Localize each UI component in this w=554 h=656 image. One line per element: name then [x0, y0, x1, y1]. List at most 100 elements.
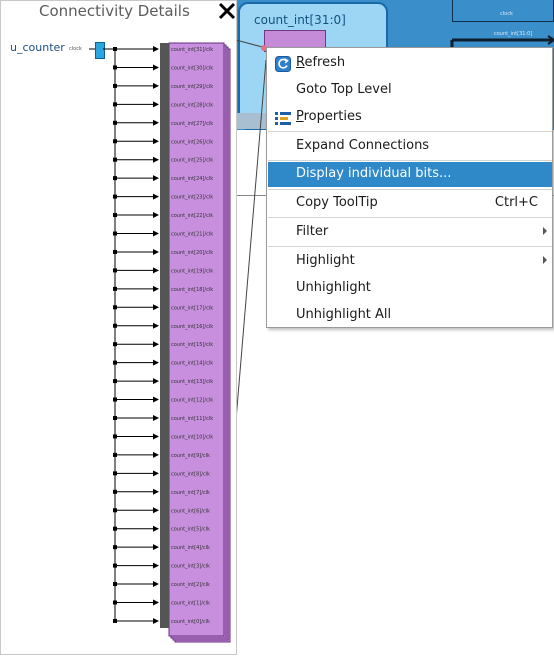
menu-display-individual-bits-label: Display individual bits...	[296, 166, 452, 181]
arrow-icon	[153, 341, 159, 348]
pin-label: count_int[13]/clk	[171, 379, 213, 385]
arrow-icon	[153, 322, 159, 329]
junction-dot	[113, 268, 117, 273]
arrow-icon	[153, 599, 159, 606]
pin-label: count_int[22]/clk	[171, 213, 213, 219]
menu-filter-label: Filter	[296, 224, 329, 239]
menu-highlight-label: Highlight	[296, 253, 355, 268]
junction-dot	[113, 139, 117, 144]
arrow-icon	[153, 451, 159, 458]
pin-label: count_int[25]/clk	[171, 158, 213, 164]
junction-dot	[113, 47, 117, 51]
arrow-icon	[153, 488, 159, 495]
menu-item-unhighlight-all[interactable]: Unhighlight All	[268, 303, 552, 328]
menu-separator	[268, 189, 552, 190]
menu-goto-top-level-label: Goto Top Level	[296, 82, 392, 97]
connectivity-details-panel: Connectivity Details u_counter clock cou…	[0, 0, 237, 655]
junction-dot	[113, 434, 117, 439]
menu-properties-mnemonic: P	[296, 109, 304, 124]
arrow-icon	[153, 248, 159, 255]
arrow-icon	[153, 378, 159, 385]
pin-label: count_int[8]/clk	[171, 471, 210, 477]
arrow-icon	[153, 507, 159, 514]
arrow-icon	[153, 156, 159, 163]
menu-item-display-individual-bits[interactable]: Display individual bits...	[268, 162, 552, 187]
pin-label: count_int[2]/clk	[171, 582, 210, 588]
menu-separator	[268, 131, 552, 132]
connectivity-diagram: count_int[31]/clk count_int[30]/clk count_…	[89, 42, 231, 643]
arrow-icon	[153, 581, 159, 588]
menu-item-goto-top-level[interactable]: Goto Top Level	[268, 78, 552, 103]
junction-dot	[113, 582, 117, 587]
junction-dot	[113, 508, 117, 513]
junction-dot	[113, 416, 117, 420]
pin-label: count_int[9]/clk	[171, 453, 210, 459]
arrow-icon	[153, 525, 159, 532]
arrow-icon	[153, 304, 159, 311]
menu-separator	[268, 246, 552, 247]
menu-item-unhighlight[interactable]: Unhighlight	[268, 276, 552, 301]
arrow-icon	[153, 617, 159, 624]
junction-dot	[113, 600, 117, 605]
junction-dot	[113, 305, 117, 310]
arrow-icon	[153, 544, 159, 551]
menu-item-copy-tooltip[interactable]: Copy ToolTip Ctrl+C	[268, 191, 552, 216]
context-menu: Refresh Goto Top Level Properties Expand…	[266, 47, 553, 328]
menu-item-filter[interactable]: Filter	[268, 220, 552, 245]
pin-label: count_int[26]/clk	[171, 139, 213, 145]
pin-label: count_int[3]/clk	[171, 564, 210, 570]
arrow-icon	[153, 285, 159, 292]
arrow-icon	[153, 119, 159, 126]
junction-dot	[113, 157, 117, 162]
pin-label: count_int[7]/clk	[171, 490, 210, 496]
arrow-icon	[153, 359, 159, 366]
pin-label: count_int[17]/clk	[171, 305, 213, 311]
submenu-arrow-icon	[543, 256, 547, 264]
menu-copy-tooltip-label: Copy ToolTip	[296, 195, 378, 210]
arrow-icon	[153, 46, 159, 52]
pin-label: count_int[10]/clk	[171, 434, 213, 440]
arrow-icon	[153, 433, 159, 440]
junction-dot	[113, 471, 117, 476]
menu-item-refresh[interactable]: Refresh	[268, 51, 552, 76]
junction-dot	[113, 213, 117, 218]
refresh-icon	[275, 56, 291, 72]
junction-dot	[113, 342, 117, 347]
junction-dot	[113, 194, 117, 199]
pin-label: count_int[12]/clk	[171, 398, 213, 404]
junction-dot	[113, 489, 117, 494]
pin-label: count_int[28]/clk	[171, 102, 213, 108]
pin-label: count_int[31]/clk	[171, 47, 213, 53]
pin-label: count_int[21]/clk	[171, 232, 213, 238]
menu-copy-tooltip-shortcut: Ctrl+C	[494, 195, 538, 210]
arrow-icon	[153, 562, 159, 569]
arrow-icon	[153, 138, 159, 145]
junction-dot	[113, 249, 117, 254]
menu-refresh-label: efresh	[304, 55, 346, 70]
menu-unhighlight-label: Unhighlight	[296, 280, 371, 295]
junction-dot	[113, 379, 117, 384]
junction-dot	[113, 397, 117, 402]
arrow-icon	[153, 64, 159, 71]
pin-label: count_int[24]/clk	[171, 176, 213, 182]
arrow-icon	[153, 82, 159, 89]
menu-item-expand-connections[interactable]: Expand Connections	[268, 134, 552, 159]
junction-dot	[113, 323, 117, 328]
pin-label: count_int[18]/clk	[171, 287, 213, 293]
pin-label: count_int[5]/clk	[171, 527, 210, 533]
junction-dot	[113, 286, 117, 291]
arrow-icon	[153, 396, 159, 403]
arrow-icon	[153, 175, 159, 182]
menu-item-properties[interactable]: Properties	[268, 105, 552, 130]
arrow-icon	[153, 470, 159, 477]
menu-item-highlight[interactable]: Highlight	[268, 249, 552, 274]
junction-dot	[113, 231, 117, 236]
pin-label: count_int[14]/clk	[171, 361, 213, 367]
menu-separator	[268, 160, 552, 161]
junction-dot	[113, 360, 117, 365]
pin-label: count_int[29]/clk	[171, 84, 213, 90]
menu-unhighlight-all-label: Unhighlight All	[296, 307, 392, 322]
junction-dot	[113, 83, 117, 88]
menu-separator	[268, 217, 552, 218]
junction-dot	[113, 120, 117, 125]
